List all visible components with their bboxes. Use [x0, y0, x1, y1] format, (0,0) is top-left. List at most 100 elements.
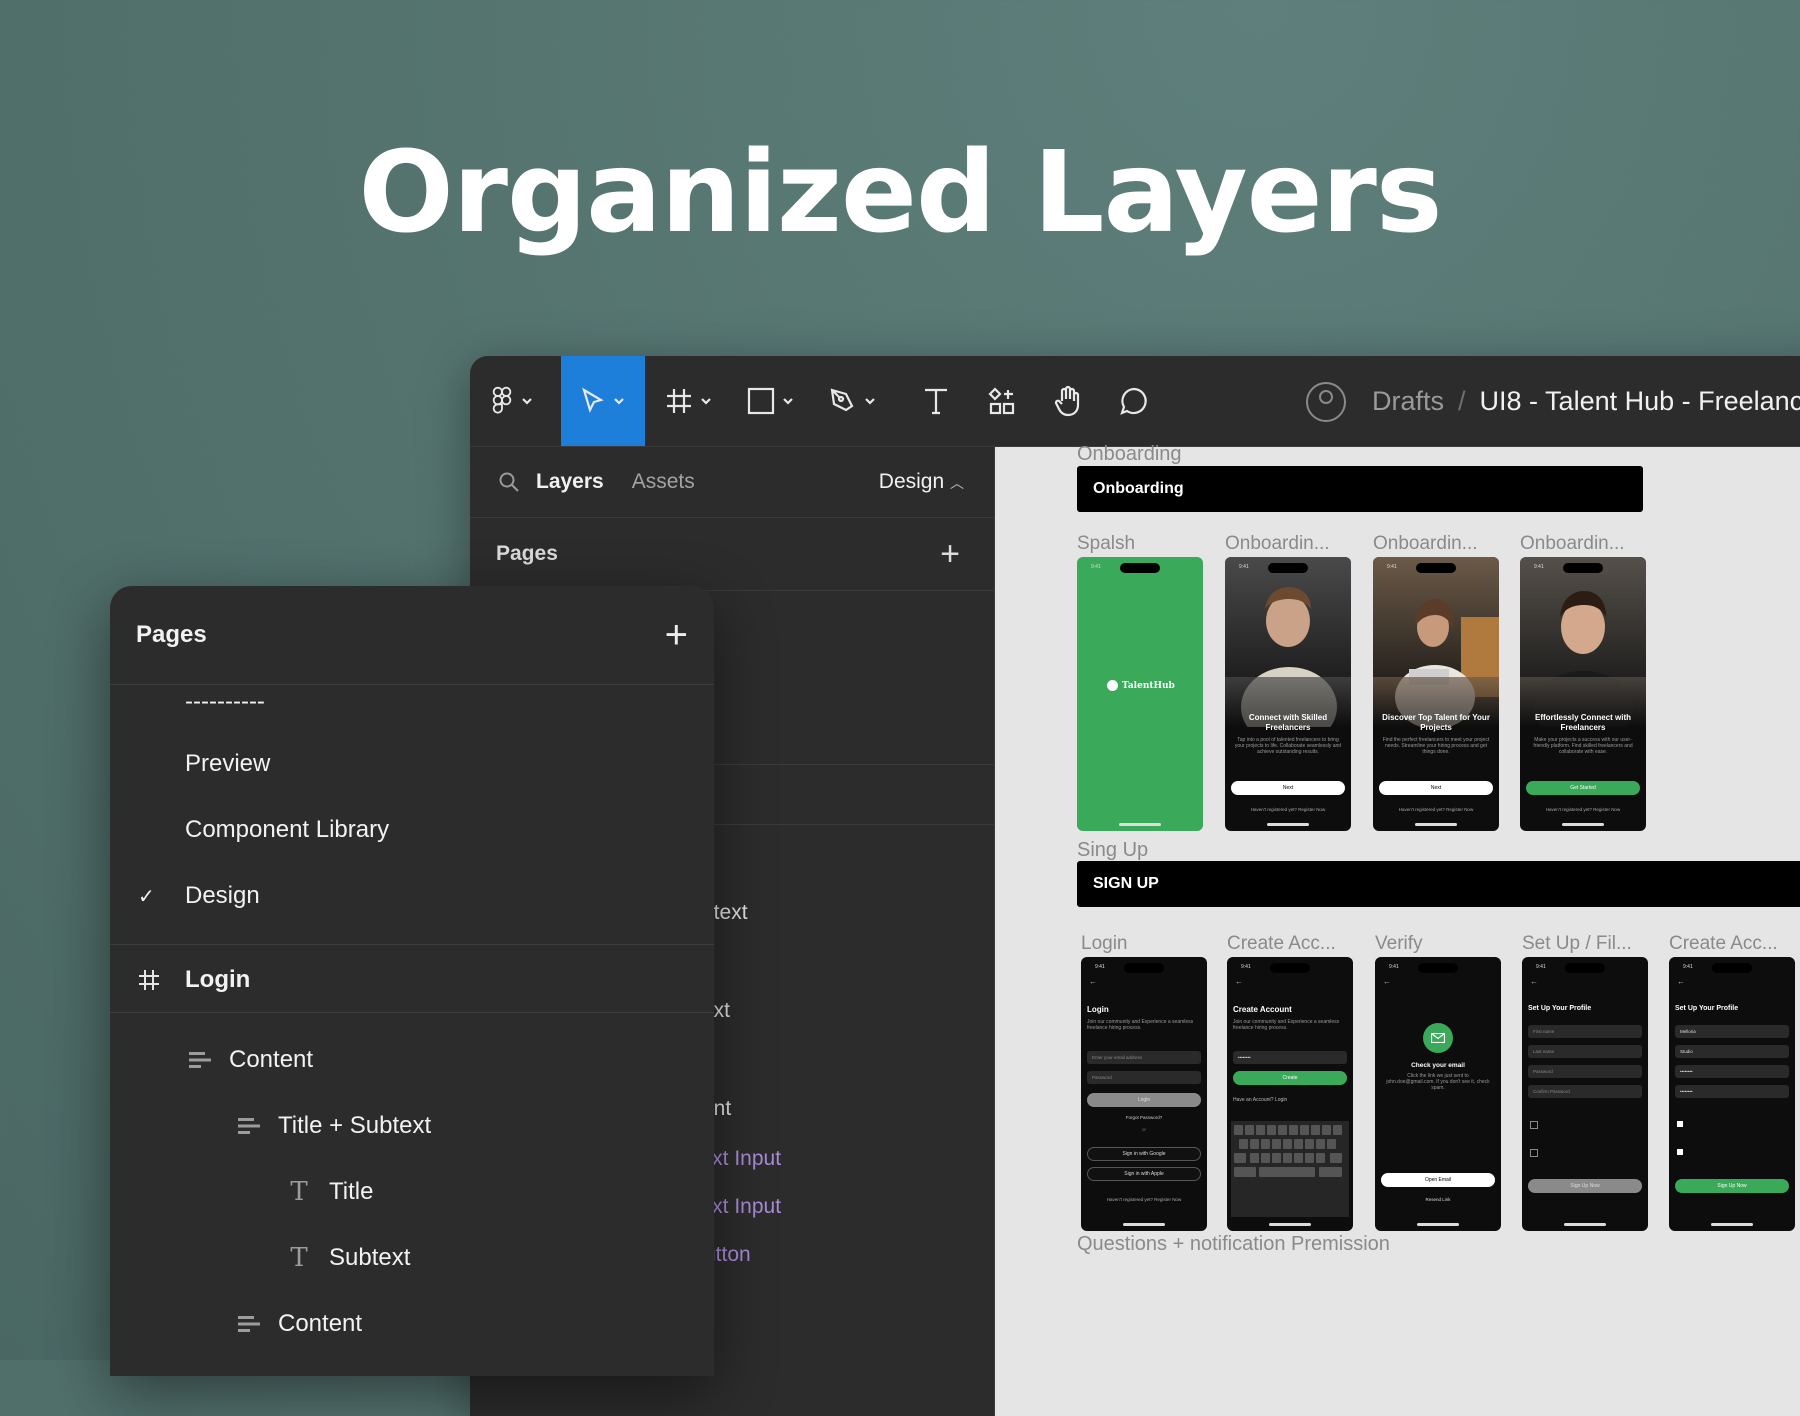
- figma-menu-button[interactable]: [484, 356, 540, 446]
- register-link[interactable]: Haven't registered yet? Register Now: [1373, 807, 1499, 812]
- onboarding-banner[interactable]: Onboarding: [1077, 466, 1643, 512]
- file-name[interactable]: UI8 - Talent Hub - Freelance: [1480, 386, 1800, 417]
- frame-label[interactable]: Create Acc...: [1227, 933, 1336, 955]
- back-arrow-icon[interactable]: ←: [1383, 977, 1391, 986]
- onboarding-screen-frame[interactable]: 9:41 Discover Top Talent for Your Projec…: [1373, 557, 1499, 831]
- text-tool-button[interactable]: [912, 356, 960, 446]
- page-item-design[interactable]: ✓ Design: [110, 866, 714, 926]
- first-name-field[interactable]: Melloria: [1675, 1025, 1789, 1038]
- resources-button[interactable]: [978, 356, 1026, 446]
- sign-up-button[interactable]: Sign Up Now: [1675, 1179, 1789, 1193]
- email-field[interactable]: Enter your email address: [1087, 1051, 1201, 1064]
- last-name-field[interactable]: Last name: [1528, 1045, 1642, 1058]
- pen-tool-button[interactable]: [822, 356, 884, 446]
- forgot-password-link[interactable]: Forgot Password?: [1081, 1115, 1207, 1120]
- frame-label[interactable]: Create Acc...: [1669, 933, 1778, 955]
- move-tool-button[interactable]: [561, 356, 645, 446]
- back-arrow-icon[interactable]: ←: [1677, 977, 1685, 986]
- layer-row-content-group[interactable]: Content: [110, 1030, 714, 1090]
- page-item-component-library[interactable]: Component Library: [110, 800, 714, 860]
- layer-label: Content: [278, 1310, 363, 1337]
- keyboard[interactable]: [1231, 1121, 1349, 1217]
- layer-row-title-subtext-group[interactable]: Title + Subtext: [110, 1096, 714, 1156]
- notch: [1563, 563, 1603, 573]
- password-field[interactable]: ••••••••: [1233, 1051, 1347, 1064]
- first-name-field[interactable]: First name: [1528, 1025, 1642, 1038]
- frame-label[interactable]: Onboardin...: [1373, 533, 1478, 555]
- layer-row-subtext-text[interactable]: T Subtext: [110, 1228, 714, 1288]
- pages-label: Pages: [496, 542, 558, 565]
- chevron-down-icon: [783, 398, 793, 405]
- resend-link[interactable]: Resend Link: [1375, 1197, 1501, 1202]
- status-time: 9:41: [1389, 964, 1399, 970]
- frame-label[interactable]: Login: [1081, 933, 1128, 955]
- add-page-button[interactable]: +: [940, 535, 960, 574]
- login-screen-frame[interactable]: 9:41 ← Login Join our community and Expe…: [1081, 957, 1207, 1231]
- add-page-button[interactable]: +: [665, 613, 688, 658]
- signup-banner[interactable]: SIGN UP: [1077, 861, 1800, 907]
- breadcrumb-drafts-link[interactable]: Drafts: [1372, 386, 1444, 417]
- tab-assets[interactable]: Assets: [632, 470, 695, 494]
- onboarding-screen-frame[interactable]: 9:41 Effortlessly Connect with Freelance…: [1520, 557, 1646, 831]
- shape-tool-button[interactable]: [740, 356, 802, 446]
- home-indicator: [1269, 1223, 1311, 1226]
- password-field[interactable]: Password: [1528, 1065, 1642, 1078]
- notch: [1124, 963, 1164, 973]
- splash-screen-frame[interactable]: 9:41 TalentHub: [1077, 557, 1203, 831]
- verify-screen-frame[interactable]: 9:41 ← Check your email Click the link w…: [1375, 957, 1501, 1231]
- password-field[interactable]: ••••••••: [1675, 1065, 1789, 1078]
- next-button[interactable]: Next: [1379, 781, 1493, 795]
- notch: [1268, 563, 1308, 573]
- next-button[interactable]: Next: [1231, 781, 1345, 795]
- layer-row-title-text[interactable]: T Title: [110, 1162, 714, 1222]
- terms-checkbox[interactable]: [1677, 1121, 1683, 1127]
- register-link[interactable]: Haven't registered yet? Register Now: [1520, 807, 1646, 812]
- frame-label[interactable]: Onboardin...: [1225, 533, 1330, 555]
- have-account-link[interactable]: Have an Account? Login: [1233, 1097, 1343, 1103]
- search-icon[interactable]: [498, 471, 520, 493]
- frame-label[interactable]: Onboardin...: [1520, 533, 1625, 555]
- comment-tool-button[interactable]: [1110, 356, 1158, 446]
- user-avatar[interactable]: [1306, 382, 1346, 422]
- terms-checkbox[interactable]: [1530, 1121, 1538, 1129]
- back-arrow-icon[interactable]: ←: [1089, 977, 1097, 986]
- frame-label[interactable]: Spalsh: [1077, 533, 1135, 555]
- hand-tool-button[interactable]: [1044, 356, 1092, 446]
- design-page-dropdown[interactable]: Design ︿: [879, 470, 964, 494]
- page-item-separator[interactable]: ----------: [110, 684, 714, 720]
- privacy-checkbox[interactable]: [1677, 1149, 1683, 1155]
- create-account-subtitle: Join our community and Experience a seam…: [1233, 1019, 1340, 1031]
- status-time: 9:41: [1095, 964, 1105, 970]
- frame-tool-button[interactable]: [658, 356, 720, 446]
- apple-signin-button[interactable]: Sign in with Apple: [1087, 1167, 1201, 1181]
- register-link[interactable]: Haven't registered yet? Register Now: [1225, 807, 1351, 812]
- layer-row-content-group[interactable]: Content: [110, 1294, 714, 1354]
- back-arrow-icon[interactable]: ←: [1235, 977, 1243, 986]
- tab-layers[interactable]: Layers: [536, 470, 604, 494]
- confirm-password-field[interactable]: Confirm Password: [1528, 1085, 1642, 1098]
- privacy-checkbox[interactable]: [1530, 1149, 1538, 1157]
- layer-row-login-frame[interactable]: Login: [110, 949, 714, 1011]
- get-started-button[interactable]: Get Started: [1526, 781, 1640, 795]
- last-name-field[interactable]: Studio: [1675, 1045, 1789, 1058]
- google-signin-button[interactable]: Sign in with Google: [1087, 1147, 1201, 1161]
- layer-label: Title + Subtext: [278, 1112, 432, 1139]
- auto-layout-icon: [238, 1118, 260, 1134]
- onboarding-screen-frame[interactable]: 9:41 Connect with Skilled Freelancers Ta…: [1225, 557, 1351, 831]
- register-link[interactable]: Haven't registered yet? Register Now: [1081, 1197, 1207, 1202]
- logo-mark-icon: [1107, 680, 1118, 691]
- login-button[interactable]: Login: [1087, 1093, 1201, 1107]
- password-field[interactable]: Password: [1087, 1071, 1201, 1084]
- open-email-button[interactable]: Open Email: [1381, 1173, 1495, 1187]
- frame-label[interactable]: Set Up / Fil...: [1522, 933, 1632, 955]
- setup-profile-filled-screen-frame[interactable]: 9:41 ← Set Up Your Profile Melloria Stud…: [1669, 957, 1795, 1231]
- confirm-password-field[interactable]: ••••••••: [1675, 1085, 1789, 1098]
- back-arrow-icon[interactable]: ←: [1530, 977, 1538, 986]
- setup-profile-screen-frame[interactable]: 9:41 ← Set Up Your Profile First name La…: [1522, 957, 1648, 1231]
- sign-up-button[interactable]: Sign Up Now: [1528, 1179, 1642, 1193]
- frame-label[interactable]: Verify: [1375, 933, 1423, 955]
- page-item-preview[interactable]: Preview: [110, 734, 714, 794]
- design-canvas[interactable]: Onboarding Onboarding Spalsh Onboardin..…: [995, 443, 1800, 1416]
- create-button[interactable]: Create: [1233, 1071, 1347, 1085]
- create-account-screen-frame[interactable]: 9:41 ← Create Account Join our community…: [1227, 957, 1353, 1231]
